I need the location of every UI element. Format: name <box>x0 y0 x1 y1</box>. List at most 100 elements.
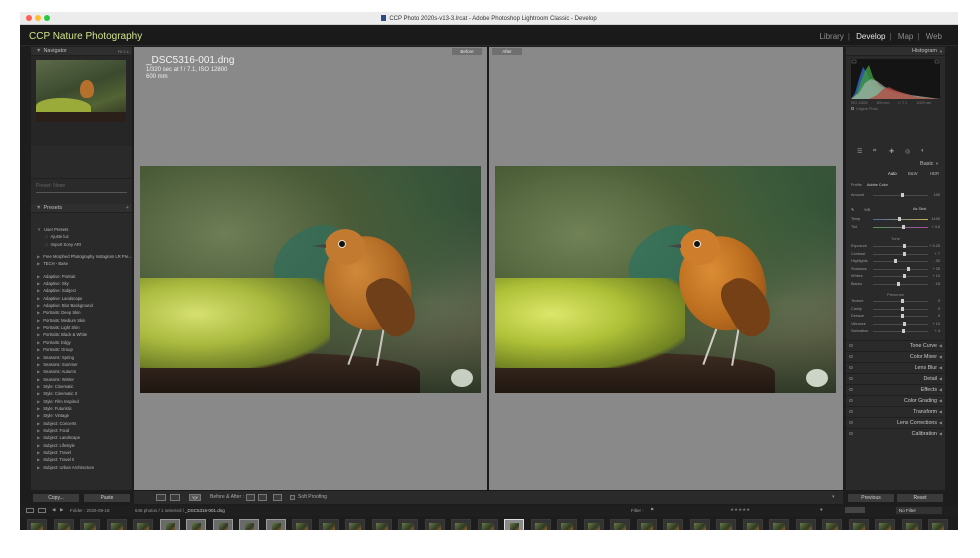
module-map[interactable]: Map <box>896 32 916 41</box>
grid-view-icon[interactable] <box>38 508 46 513</box>
profile-row[interactable]: Profile Adobe Color <box>851 183 940 187</box>
filmstrip-thumbnail[interactable] <box>583 519 604 530</box>
copy-after-to-before-icon[interactable] <box>258 494 267 501</box>
panel-section-header[interactable]: Detail ◀ <box>846 373 945 383</box>
healing-icon[interactable]: ✚ <box>889 148 894 155</box>
preset-item[interactable]: ▶ Seasons: Summer <box>37 361 132 368</box>
copy-before-to-after-icon[interactable] <box>246 494 255 501</box>
wb-eyedropper-icon[interactable]: ✎ <box>851 208 854 212</box>
module-develop[interactable]: Develop <box>854 32 887 41</box>
slider-row[interactable]: Clarity 0 <box>851 306 940 311</box>
preset-item[interactable]: ▶ TECH - Base <box>37 260 132 267</box>
preset-item[interactable]: ▶ Portraits: Light Skin <box>37 324 132 331</box>
tint-row[interactable]: Tint + 4.0 <box>851 225 940 229</box>
filter-preset-dropdown[interactable]: No Filter <box>896 507 942 514</box>
reset-button[interactable]: Reset <box>897 494 943 502</box>
panel-visibility-eye-icon[interactable] <box>849 344 853 347</box>
filmstrip-thumbnail[interactable] <box>663 519 683 530</box>
preset-item[interactable]: ▶ Style: Film Inspired <box>37 398 132 405</box>
histogram[interactable] <box>851 59 940 99</box>
preset-item[interactable]: ▶ Style: Futuristic <box>37 405 132 412</box>
back-arrow-icon[interactable]: ◀ <box>52 507 55 513</box>
filmstrip-thumbnail[interactable] <box>451 519 471 530</box>
slider-knob[interactable] <box>900 314 904 318</box>
color-label-filter[interactable] <box>845 507 865 513</box>
slider-knob[interactable] <box>893 259 897 263</box>
preset-item[interactable]: □ Import Sony ARI <box>37 241 132 248</box>
preset-item[interactable]: ▶ Subject: Landscape <box>37 434 132 441</box>
preset-item[interactable]: ▶ Subject: Food <box>37 427 132 434</box>
slider-knob[interactable] <box>903 274 907 278</box>
secondary-window-icon[interactable] <box>26 508 34 513</box>
filmstrip-thumbnail[interactable] <box>318 519 339 530</box>
filmstrip-thumbnail[interactable] <box>636 519 657 530</box>
filmstrip-thumbnail[interactable] <box>689 519 710 530</box>
filmstrip-thumbnail[interactable] <box>769 519 789 530</box>
module-library[interactable]: Library <box>817 32 845 41</box>
navigator-header[interactable]: ▼ Navigator Fit 1:1 <box>31 47 132 56</box>
slider-row[interactable]: Shadows + 25 <box>851 266 940 271</box>
tint-knob[interactable] <box>901 225 905 229</box>
slider-row[interactable]: Dehaze 0 <box>851 314 940 318</box>
wb-row[interactable]: ✎ WB As Shot <box>851 207 940 212</box>
masking-icon[interactable]: ◐ <box>921 148 925 154</box>
preset-item[interactable]: ▶ Adaptive: Subject <box>37 287 132 294</box>
after-photo[interactable] <box>495 166 836 393</box>
slider-row[interactable]: Vibrance + 10 <box>851 321 940 326</box>
slider-knob[interactable] <box>903 321 907 326</box>
filmstrip-thumbnail[interactable] <box>424 519 445 530</box>
filmstrip-thumbnail[interactable] <box>610 519 630 530</box>
filmstrip-thumbnail[interactable] <box>795 519 816 530</box>
red-eye-icon[interactable]: ◎ <box>905 148 910 155</box>
source-folder[interactable]: Folder : 2025-09-18 <box>70 508 110 513</box>
crop-icon[interactable]: ⌗ <box>873 148 876 155</box>
filmstrip-thumbnail[interactable] <box>133 519 153 530</box>
presets-header[interactable]: ▼ Presets + <box>31 204 132 213</box>
slider-row[interactable]: Exposure + 0.25 <box>851 244 940 248</box>
heart-filter-icon[interactable]: ♥ <box>820 507 823 512</box>
previous-button[interactable]: Previous <box>848 494 894 502</box>
preset-item[interactable]: ▶ Adaptive: Landscape <box>37 295 132 302</box>
preset-item[interactable]: ▶ Portraits: Deep Skin <box>37 309 132 316</box>
preset-item[interactable]: ▶ Subject: Concerts <box>37 420 132 427</box>
preset-item[interactable]: ▶ Adaptive: Blur Background <box>37 302 132 309</box>
slider-row[interactable]: Whites + 10 <box>851 274 940 278</box>
slider-row[interactable]: Contrast + 7 <box>851 251 940 256</box>
treatment-auto[interactable]: Auto <box>888 171 897 176</box>
slider-knob[interactable] <box>902 251 906 256</box>
slider-knob[interactable] <box>896 281 900 286</box>
module-web[interactable]: Web <box>924 32 944 41</box>
edit-sliders-icon[interactable]: ☰ <box>857 148 862 155</box>
preset-item[interactable]: ▶ Style: Vintage <box>37 412 132 419</box>
filmstrip-thumbnail[interactable] <box>159 519 180 530</box>
panel-section-header[interactable]: Lens Corrections ◀ <box>846 417 945 427</box>
panel-section-header[interactable]: Effects ◀ <box>846 384 945 394</box>
forward-arrow-icon[interactable]: ▶ <box>60 507 63 513</box>
panel-visibility-eye-icon[interactable] <box>849 399 853 402</box>
flag-filter-icon[interactable]: ⚑ <box>650 507 654 513</box>
loupe-view-icon[interactable] <box>156 494 166 501</box>
panel-section-header[interactable]: Lens Blur ◀ <box>846 362 945 372</box>
filmstrip-thumbnail[interactable] <box>212 519 233 530</box>
panel-visibility-eye-icon[interactable] <box>849 355 853 358</box>
preset-item[interactable]: ▶ Subject: Urban Architecture <box>37 464 132 471</box>
star-rating-filter[interactable]: ★★★★★ <box>730 507 750 513</box>
filmstrip-thumbnail[interactable] <box>557 519 577 530</box>
filmstrip-thumbnail[interactable] <box>80 519 100 530</box>
filmstrip-thumbnail[interactable] <box>345 519 365 530</box>
filmstrip-thumbnail[interactable] <box>106 519 127 530</box>
filmstrip-thumbnail[interactable] <box>292 519 312 530</box>
panel-section-header[interactable]: Tone Curve ◀ <box>846 340 945 350</box>
preset-item[interactable]: ▶ Portraits: Edgy <box>37 339 132 346</box>
preset-item[interactable]: ▶ Style: Cinematic II <box>37 390 132 397</box>
preset-item[interactable]: ▶ Portraits: Group <box>37 346 132 353</box>
temp-row[interactable]: Temp 4100 <box>851 217 940 221</box>
slider-row[interactable]: Blacks - 15 <box>851 281 940 286</box>
filmstrip-thumbnail[interactable] <box>239 519 259 530</box>
yy-split-icon[interactable]: Y|Y <box>189 494 201 501</box>
before-after-view-icon[interactable] <box>170 494 180 501</box>
slider-knob[interactable] <box>900 299 904 303</box>
filmstrip-thumbnail[interactable] <box>901 519 922 530</box>
preset-item[interactable]: ▼ User Presets <box>37 226 132 233</box>
navigator-preview-image[interactable] <box>36 60 126 122</box>
